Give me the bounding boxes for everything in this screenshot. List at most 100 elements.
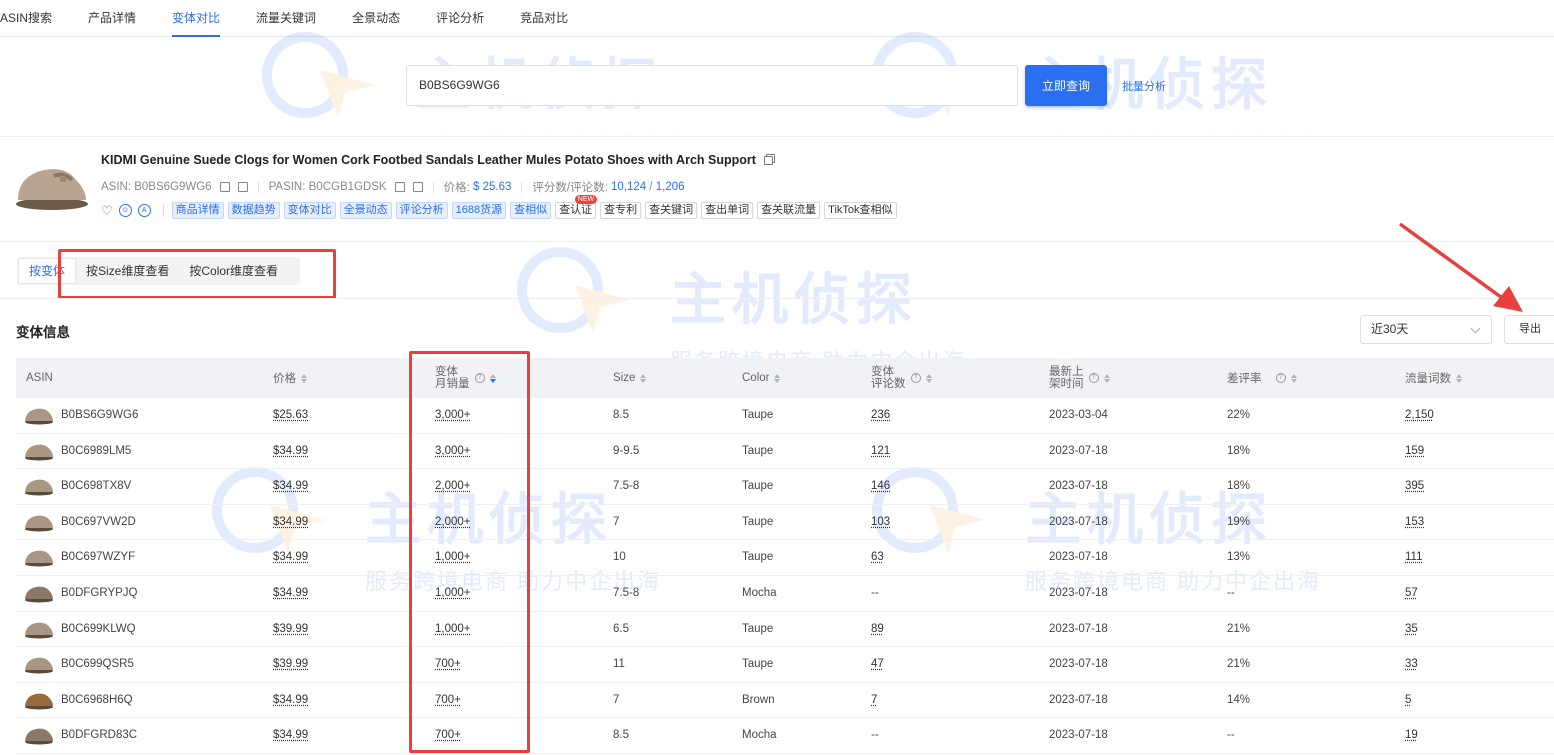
cell-asin[interactable]: B0C6989LM5 [61,434,131,469]
cell-price[interactable]: $34.99 [273,540,308,575]
tag-check-keywords[interactable]: 查关键词 [645,202,698,219]
tab-traffic-keywords[interactable]: 流量关键词 [256,0,316,37]
cell-keywords[interactable]: 2,150 [1405,398,1434,433]
cell-keywords[interactable]: 159 [1405,434,1424,469]
cell-reviews[interactable]: -- [871,576,879,611]
tag-check-related-traffic[interactable]: 查关联流量 [757,202,821,219]
help-icon[interactable]: ? [1275,373,1286,383]
query-button[interactable]: 立即查询 [1025,65,1107,106]
tag-data-trend[interactable]: 数据趋势 [227,202,280,219]
heart-icon[interactable]: ♡ [101,204,113,217]
sort-icon[interactable] [1456,373,1462,383]
cell-price[interactable]: $39.99 [273,647,308,682]
cell-asin[interactable]: B0C699KLWQ [61,612,136,647]
copy-icon[interactable] [219,182,230,192]
tag-tiktok-similar[interactable]: TikTok查相似 [824,202,897,219]
cell-price[interactable]: $34.99 [273,469,308,504]
th-traffic-keywords[interactable]: 流量词数 [1405,358,1462,398]
cell-reviews[interactable]: -- [871,718,879,753]
variant-thumbnail[interactable] [24,476,54,496]
cell-asin[interactable]: B0BS6G9WG6 [61,398,138,433]
tab-asin-search[interactable]: ASIN搜索 [0,0,52,37]
tag-product-detail[interactable]: 商品详情 [171,202,224,219]
cell-price[interactable]: $34.99 [273,505,308,540]
variant-thumbnail[interactable] [24,512,54,532]
cell-price[interactable]: $39.99 [273,612,308,647]
help-icon[interactable]: ? [910,373,921,383]
location-icon[interactable]: ⊙ [118,204,132,217]
tab-review-analysis[interactable]: 评论分析 [436,0,484,37]
cell-asin[interactable]: B0C697WZYF [61,540,135,575]
cell-keywords[interactable]: 5 [1405,683,1411,718]
variant-thumbnail[interactable] [24,690,54,710]
cell-asin[interactable]: B0DFGRD83C [61,718,137,753]
tab-panorama[interactable]: 全景动态 [352,0,400,37]
cell-price[interactable]: $34.99 [273,576,308,611]
tag-review-analysis[interactable]: 评论分析 [395,202,448,219]
cell-keywords[interactable]: 57 [1405,576,1418,611]
product-image[interactable] [14,154,90,214]
cell-keywords[interactable]: 19 [1405,718,1418,753]
sort-icon[interactable] [301,373,307,383]
tab-variant-compare[interactable]: 变体对比 [172,0,221,37]
external-link-icon[interactable] [237,182,248,192]
variant-thumbnail[interactable] [24,583,54,603]
cell-reviews[interactable]: 7 [871,683,877,718]
sort-icon[interactable] [774,373,781,383]
tag-check-order-words[interactable]: 查出单词 [701,202,754,219]
th-size[interactable]: Size [613,358,647,398]
external-link-icon[interactable] [412,182,423,192]
variant-thumbnail[interactable] [24,654,54,674]
cell-price[interactable]: $34.99 [273,718,308,753]
cell-price[interactable]: $34.99 [273,434,308,469]
th-price[interactable]: 价格 [273,358,307,398]
cell-reviews[interactable]: 47 [871,647,884,682]
cell-keywords[interactable]: 33 [1405,647,1418,682]
cell-reviews[interactable]: 63 [871,540,884,575]
copy-icon[interactable] [763,156,773,165]
cell-asin[interactable]: B0C698TX8V [61,469,131,504]
sort-icon[interactable] [640,373,647,383]
tag-check-certification[interactable]: 查认证 NEW [555,195,598,219]
tag-check-patent[interactable]: 查专利 [600,202,642,219]
cell-asin[interactable]: B0C6968H6Q [61,683,133,718]
batch-analysis-link[interactable]: 批量分析 [1122,78,1166,94]
tag-panorama[interactable]: 全景动态 [339,202,392,219]
cell-keywords[interactable]: 153 [1405,505,1424,540]
cell-reviews[interactable]: 121 [871,434,890,469]
cell-keywords[interactable]: 395 [1405,469,1424,504]
tag-variant-compare[interactable]: 变体对比 [283,202,336,219]
copy-icon[interactable] [394,182,405,192]
cell-reviews[interactable]: 103 [871,505,890,540]
product-title[interactable]: KIDMI Genuine Suede Clogs for Women Cork… [101,153,773,167]
asin-search-input[interactable]: B0BS6G9WG6 [406,65,1018,106]
tag-find-similar[interactable]: 查相似 [510,202,552,219]
sort-icon[interactable] [1103,373,1110,383]
th-listed-date[interactable]: 最新上 架时间? [1049,358,1110,398]
th-bad-review-rate[interactable]: 差评率? [1227,358,1297,398]
cell-price[interactable]: $34.99 [273,683,308,718]
variant-thumbnail[interactable] [24,725,54,745]
cell-asin[interactable]: B0C699QSR5 [61,647,134,682]
sort-icon[interactable] [1290,373,1297,383]
variant-thumbnail[interactable] [24,405,54,425]
help-icon[interactable]: ? [1088,373,1099,383]
sort-icon[interactable] [925,373,932,383]
cell-asin[interactable]: B0C697VW2D [61,505,136,540]
cell-reviews[interactable]: 89 [871,612,884,647]
variant-thumbnail[interactable] [24,441,54,461]
ai-icon[interactable]: A [137,204,151,217]
cell-reviews[interactable]: 236 [871,398,890,433]
cell-reviews[interactable]: 146 [871,469,890,504]
variant-thumbnail[interactable] [24,547,54,567]
variant-thumbnail[interactable] [24,619,54,639]
tab-competitor-compare[interactable]: 竞品对比 [520,0,568,37]
cell-asin[interactable]: B0DFGRYPJQ [61,576,137,611]
th-variant-reviews[interactable]: 变体 评论数? [871,358,932,398]
cell-keywords[interactable]: 111 [1405,540,1422,575]
tab-product-detail[interactable]: 产品详情 [88,0,136,37]
cell-price[interactable]: $25.63 [273,398,308,433]
th-color[interactable]: Color [742,358,781,398]
cell-keywords[interactable]: 35 [1405,612,1418,647]
tag-1688-source[interactable]: 1688货源 [451,202,507,219]
